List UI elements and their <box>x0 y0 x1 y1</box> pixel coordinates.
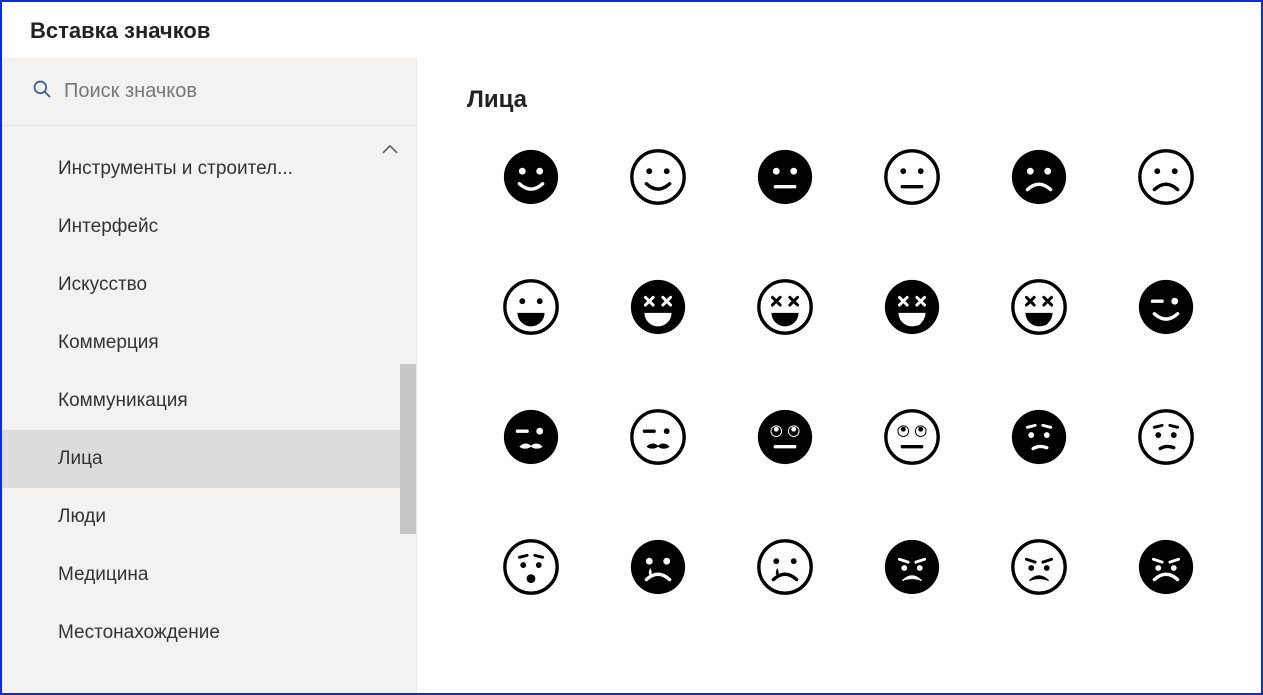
sidebar-item-1[interactable]: Интерфейс <box>2 198 416 256</box>
smile-outline-icon[interactable] <box>623 142 693 212</box>
icon-grid <box>467 142 1229 602</box>
category-title: Лица <box>467 86 1229 114</box>
tongue-outline-icon[interactable] <box>1004 272 1074 342</box>
sad-solid-icon[interactable] <box>877 532 947 602</box>
search-icon <box>32 79 52 104</box>
worried-solid-icon[interactable] <box>1004 402 1074 472</box>
search-row <box>2 58 416 126</box>
sidebar: Инструменты и строител...ИнтерфейсИскусс… <box>2 58 417 693</box>
sidebar-item-2[interactable]: Искусство <box>2 256 416 314</box>
cry-solid-icon[interactable] <box>623 532 693 602</box>
sidebar-item-3[interactable]: Коммерция <box>2 314 416 372</box>
dialog-title: Вставка значков <box>2 2 1261 58</box>
laugh-solid-icon[interactable] <box>623 272 693 342</box>
smile-solid-icon[interactable] <box>496 142 566 212</box>
worried-outline-icon[interactable] <box>1131 402 1201 472</box>
laugh-outline-icon[interactable] <box>750 272 820 342</box>
chevron-up-icon[interactable] <box>380 140 400 160</box>
frown-outline-icon[interactable] <box>1131 142 1201 212</box>
grin-outline-icon[interactable] <box>496 272 566 342</box>
surprised-outline-icon[interactable] <box>496 532 566 602</box>
tongue-solid-icon[interactable] <box>877 272 947 342</box>
sidebar-item-7[interactable]: Медицина <box>2 546 416 604</box>
mustache-wink-outline-icon[interactable] <box>623 402 693 472</box>
content-area: Инструменты и строител...ИнтерфейсИскусс… <box>2 58 1261 693</box>
category-list: Инструменты и строител...ИнтерфейсИскусс… <box>2 126 416 662</box>
main-panel: Лица <box>417 58 1261 693</box>
tear-outline-icon[interactable] <box>750 532 820 602</box>
neutral-outline-icon[interactable] <box>877 142 947 212</box>
scrollbar-thumb[interactable] <box>400 364 416 534</box>
angry-solid-icon[interactable] <box>1131 532 1201 602</box>
eyeroll-solid-icon[interactable] <box>750 402 820 472</box>
mustache-wink-solid-icon[interactable] <box>496 402 566 472</box>
wink-solid-icon[interactable] <box>1131 272 1201 342</box>
sidebar-item-4[interactable]: Коммуникация <box>2 372 416 430</box>
sidebar-item-5[interactable]: Лица <box>2 430 416 488</box>
category-list-container: Инструменты и строител...ИнтерфейсИскусс… <box>2 126 416 693</box>
neutral-solid-icon[interactable] <box>750 142 820 212</box>
search-input[interactable] <box>64 80 398 103</box>
sidebar-item-0[interactable]: Инструменты и строител... <box>2 140 416 198</box>
frown-solid-icon[interactable] <box>1004 142 1074 212</box>
sidebar-item-8[interactable]: Местонахождение <box>2 604 416 662</box>
sad-outline-icon[interactable] <box>1004 532 1074 602</box>
eyeroll-outline-icon[interactable] <box>877 402 947 472</box>
sidebar-item-6[interactable]: Люди <box>2 488 416 546</box>
